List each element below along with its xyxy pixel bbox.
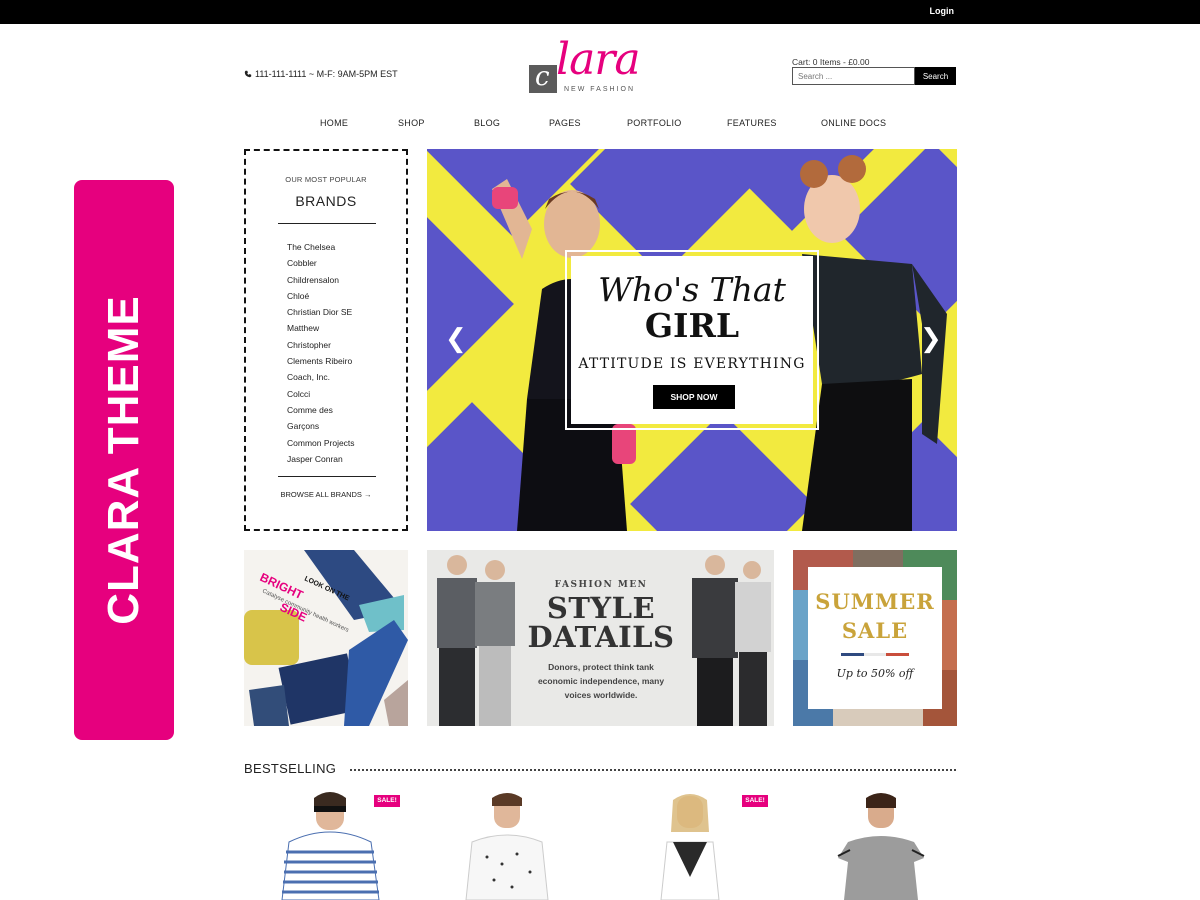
banner-description: Donors, protect think tank economic inde… [532,660,670,702]
brand-link[interactable]: Garçons [287,418,355,434]
nav-item-features[interactable]: FEATURES [727,118,777,128]
nav-item-pages[interactable]: PAGES [549,118,581,128]
logo-letter: c [535,62,550,92]
product-image [281,792,380,900]
brand-list: The Chelsea Cobbler Childrensalon Chloé … [287,239,355,467]
divider [278,476,376,477]
nav-item-online-docs[interactable]: ONLINE DOCS [821,118,886,128]
brand-link[interactable]: Cobbler [287,255,355,271]
product-card[interactable] [615,792,765,900]
brand-link[interactable]: Christian Dior SE [287,304,355,320]
sale-badge: SALE! [742,795,768,807]
sale-panel: SUMMER SALE Up to 50% off [808,567,942,709]
sale-color-bar [841,653,910,656]
brand-link[interactable]: The Chelsea [287,239,355,255]
login-link[interactable]: Login [930,6,955,16]
banner-title-line1: STYLE [546,591,656,625]
sale-subtitle: Up to 50% off [836,667,914,680]
brand-link[interactable]: Jasper Conran [287,451,355,467]
phone-text: 111-111-1111 ~ M-F: 9AM-5PM EST [255,69,398,79]
product-card[interactable] [244,792,394,900]
section-divider [350,769,956,771]
nav-item-home[interactable]: HOME [320,118,348,128]
product-card[interactable] [432,792,582,900]
brand-link[interactable]: Colcci [287,386,355,402]
banner-title-line2: DATAILS [527,620,675,654]
shop-now-button[interactable]: SHOP NOW [653,385,735,409]
cart-summary[interactable]: Cart: 0 Items - £0.00 [792,57,869,67]
hero-card-content: Who's That GIRL ATTITUDE IS EVERYTHING S… [571,256,813,424]
sale-title-line1: SUMMER [815,589,935,614]
promo-banner-bright-side[interactable]: BRIGHT SIDE LOOK ON THE Catalyse communi… [244,550,408,726]
hero-title-line1: Who's That [598,270,786,309]
site-logo[interactable]: c lara NEW FASHION [528,34,678,98]
hero-slider: ❮ ❯ Who's That GIRL ATTITUDE IS EVERYTHI… [427,149,957,531]
brand-link[interactable]: Chloé [287,288,355,304]
brand-link[interactable]: Clements Ribeiro [287,353,355,369]
bestselling-heading: BESTSELLING [244,761,337,776]
brand-link[interactable]: Coach, Inc. [287,369,355,385]
sale-badge: SALE! [374,795,400,807]
product-image [837,793,925,900]
search-form: Search [792,67,956,85]
brand-link[interactable]: Christopher [287,337,355,353]
product-image [465,793,549,900]
brand-link[interactable]: Comme des [287,402,355,418]
phone-info: 111-111-1111 ~ M-F: 9AM-5PM EST [244,69,398,79]
nav-item-portfolio[interactable]: PORTFOLIO [627,118,682,128]
brand-link[interactable]: Common Projects [287,435,355,451]
divider [278,223,376,224]
brands-title: BRANDS [295,193,357,209]
logo-word: lara [556,34,641,85]
hero-subtitle: ATTITUDE IS EVERYTHING [578,356,806,372]
banner-description-line: Donors, protect think tank [548,662,654,672]
nav-item-shop[interactable]: SHOP [398,118,425,128]
product-image [660,794,720,900]
bright-side-image: BRIGHT SIDE LOOK ON THE Catalyse communi… [244,550,408,726]
slider-next-icon[interactable]: ❯ [920,325,942,351]
phone-icon [244,70,252,78]
hero-card: Who's That GIRL ATTITUDE IS EVERYTHING S… [565,250,819,430]
promo-banner-style-details[interactable]: FASHION MEN STYLE DATAILS Donors, protec… [427,550,774,726]
promo-banner-summer-sale[interactable]: SUMMER SALE Up to 50% off [793,550,957,726]
logo-tagline: NEW FASHION [564,86,636,93]
hero-title-line2: GIRL [644,306,740,345]
banner-eyebrow: FASHION MEN [554,580,648,590]
brand-link[interactable]: Childrensalon [287,272,355,288]
product-card[interactable] [806,792,956,900]
search-button[interactable]: Search [915,67,956,85]
main-nav: HOME SHOP BLOG PAGES PORTFOLIO FEATURES … [244,118,956,130]
banner-title: STYLE DATAILS [527,594,675,652]
theme-label: CLARA THEME [74,180,174,740]
slider-prev-icon[interactable]: ❮ [445,325,467,351]
browse-all-brands-link[interactable]: BROWSE ALL BRANDS → [246,490,406,499]
search-input[interactable] [792,67,915,85]
nav-item-blog[interactable]: BLOG [474,118,500,128]
banner-description-line: voices worldwide. [564,690,638,700]
top-bar: Login [0,0,1200,24]
brand-link[interactable]: Matthew [287,320,355,336]
brands-subtitle: OUR MOST POPULAR [285,175,367,184]
sale-title-line2: SALE [841,618,909,643]
brands-box: OUR MOST POPULAR BRANDS The Chelsea Cobb… [244,149,408,531]
theme-label-text: CLARA THEME [99,295,148,625]
banner-description-line: economic independence, many [537,676,665,686]
